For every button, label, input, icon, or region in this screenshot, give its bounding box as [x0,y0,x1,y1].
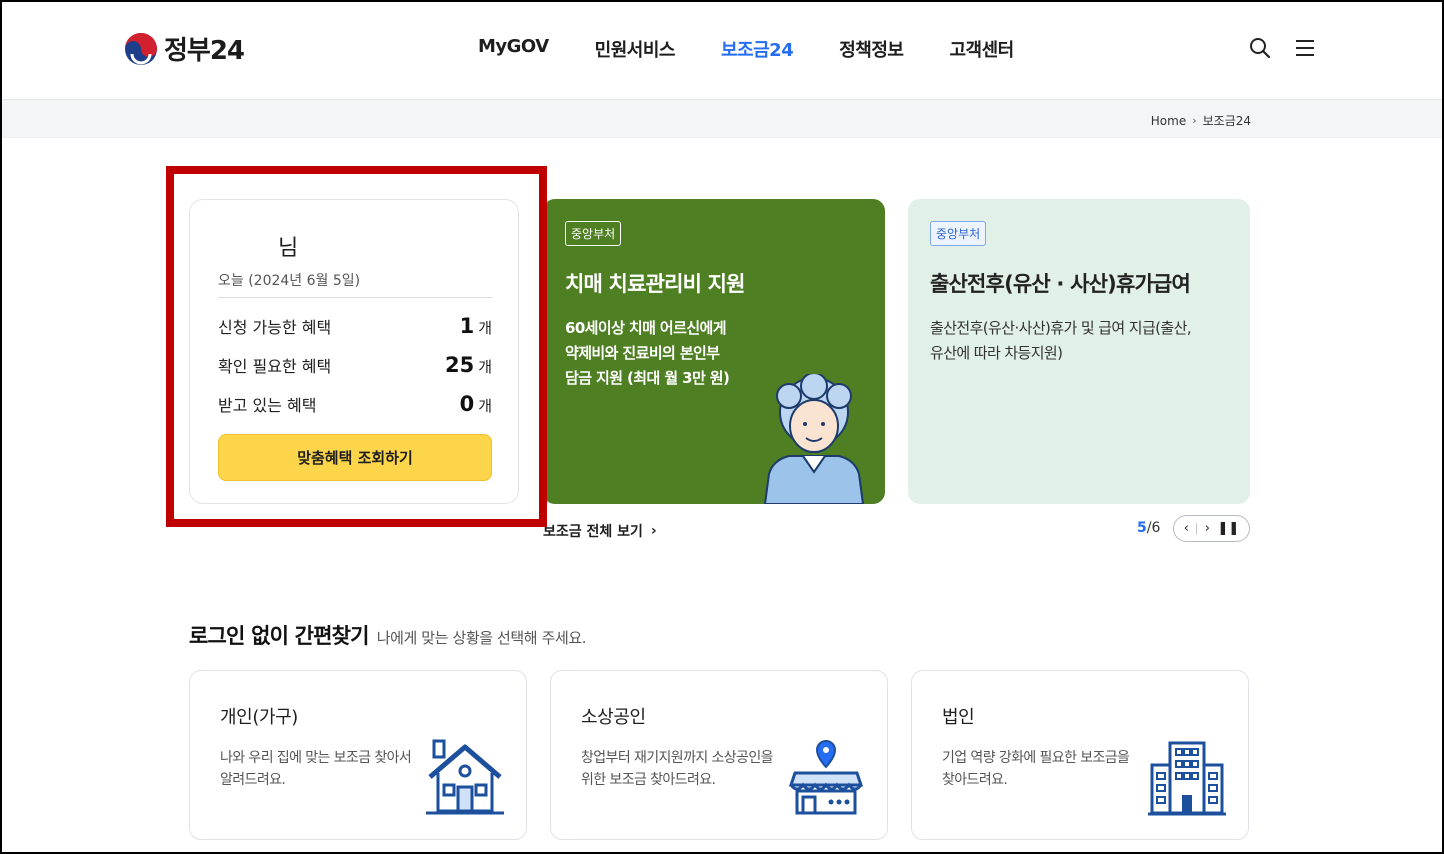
category-badge: 중앙부처 [930,221,987,246]
slide-title: 치매 치료관리비 지원 [565,272,746,296]
slide-desc-line: 유산에 따라 차등지원) [930,344,1063,362]
building-icon [1148,741,1226,816]
breadcrumb-current: 보조금24 [1202,114,1251,128]
category-card-corporation[interactable]: 법인 기업 역량 강화에 필요한 보조금을 찾아드려요. [911,670,1249,840]
category-title: 개인(가구) [220,707,298,728]
slide-controls: ‹ › ❚❚ [1173,515,1250,542]
category-card-individual[interactable]: 개인(가구) 나와 우리 집에 맞는 보조금 찾아서 알려드려요. [189,670,527,840]
user-benefits-card: 님 오늘 (2024년 6월 5일) 신청 가능한 혜택 1개 확인 필요한 혜… [189,199,519,504]
pause-icon[interactable]: ❚❚ [1217,521,1239,536]
stat-label: 신청 가능한 혜택 [218,318,332,337]
chevron-right-icon: › [650,523,657,539]
breadcrumb-band: Home › 보조금24 [0,100,1444,138]
nav-policy-info[interactable]: 정책정보 [839,36,904,62]
view-all-subsidies-link[interactable]: 보조금 전체 보기 › [543,521,657,541]
breadcrumb: Home › 보조금24 [1151,112,1251,129]
category-badge: 중앙부처 [565,221,622,246]
category-title: 법인 [942,707,975,728]
hamburger-menu-icon[interactable] [1293,36,1317,60]
slide-desc-line: 약제비와 진료비의 본인부 [565,344,720,362]
stat-value: 25 [444,353,475,377]
category-title: 소상공인 [581,707,646,728]
user-name: 님 [278,236,299,261]
nav-mygov[interactable]: MyGOV [478,36,549,62]
chevron-right-icon: › [1192,114,1197,127]
stat-value: 0 [459,392,475,416]
stat-unit: 개 [478,319,492,337]
prev-arrow-icon[interactable]: ‹ [1184,521,1189,536]
logo-text: 정부24 [164,36,245,66]
taegeuk-logo-icon [125,32,157,65]
slide-desc-line: 60세이상 치매 어르신에게 [565,319,727,337]
stat-receiving[interactable]: 받고 있는 혜택 0개 [218,392,492,416]
stat-unit: 개 [478,397,492,415]
stat-unit: 개 [478,358,492,376]
stat-label: 확인 필요한 혜택 [218,357,332,376]
category-desc: 기업 역량 강화에 필요한 보조금을 찾아드려요. [942,750,1130,788]
slide-maternity-leave[interactable]: 중앙부처 출산전후(유산 · 사산)휴가급여 출산전후(유산·사산)휴가 및 급… [908,199,1250,504]
category-desc: 나와 우리 집에 맞는 보조금 찾아서 알려드려요. [220,750,412,788]
house-icon [426,739,504,815]
today-date: 오늘 (2024년 6월 5일) [218,273,361,289]
slide-dementia-support[interactable]: 중앙부처 치매 치료관리비 지원 60세이상 치매 어르신에게 약제비와 진료비… [543,199,885,504]
slide-current: 5 [1137,520,1147,536]
slide-counter: 5/6 [1137,520,1161,536]
nav-civil-service[interactable]: 민원서비스 [595,36,676,62]
stat-value: 1 [459,314,475,338]
elderly-woman-illustration-icon [763,374,865,504]
stat-needs-check[interactable]: 확인 필요한 혜택 25 개 [218,353,492,377]
section-subtitle: 나에게 맞는 상황을 선택해 주세요. [376,629,587,647]
next-arrow-icon[interactable]: › [1205,521,1210,536]
slide-total: 6 [1151,520,1161,536]
stat-available[interactable]: 신청 가능한 혜택 1개 [218,314,492,338]
logo[interactable]: 정부24 [124,30,245,67]
section-title: 로그인 없이 간편찾기 [189,624,370,648]
slide-desc-line: 출산전후(유산·사산)휴가 및 급여 지급(출산, [930,319,1192,337]
breadcrumb-home[interactable]: Home [1151,114,1186,128]
nav-subsidy24[interactable]: 보조금24 [721,36,794,62]
slide-title: 출산전후(유산 · 사산)휴가급여 [930,272,1191,296]
category-desc: 창업부터 재기지원까지 소상공인을 위한 보조금 찾아드려요. [581,750,774,788]
nav-customer-center[interactable]: 고객센터 [949,36,1014,62]
slide-desc: 출산전후(유산·사산)휴가 및 급여 지급(출산, 유산에 따라 차등지원) [930,316,1228,366]
divider [1196,522,1198,535]
stat-label: 받고 있는 혜택 [218,396,317,415]
shop-icon [788,739,864,815]
search-icon[interactable] [1248,36,1272,60]
site-header: 정부24 MyGOV 민원서비스 보조금24 정책정보 고객센터 [0,0,1444,100]
main-nav: MyGOV 민원서비스 보조금24 정책정보 고객센터 [478,36,1060,62]
quick-find-heading: 로그인 없이 간편찾기 나에게 맞는 상황을 선택해 주세요. [189,620,587,650]
divider [218,297,492,298]
view-all-label: 보조금 전체 보기 [543,524,643,540]
custom-benefits-search-button[interactable]: 맞춤혜택 조회하기 [218,434,492,481]
category-card-small-business[interactable]: 소상공인 창업부터 재기지원까지 소상공인을 위한 보조금 찾아드려요. [550,670,888,840]
